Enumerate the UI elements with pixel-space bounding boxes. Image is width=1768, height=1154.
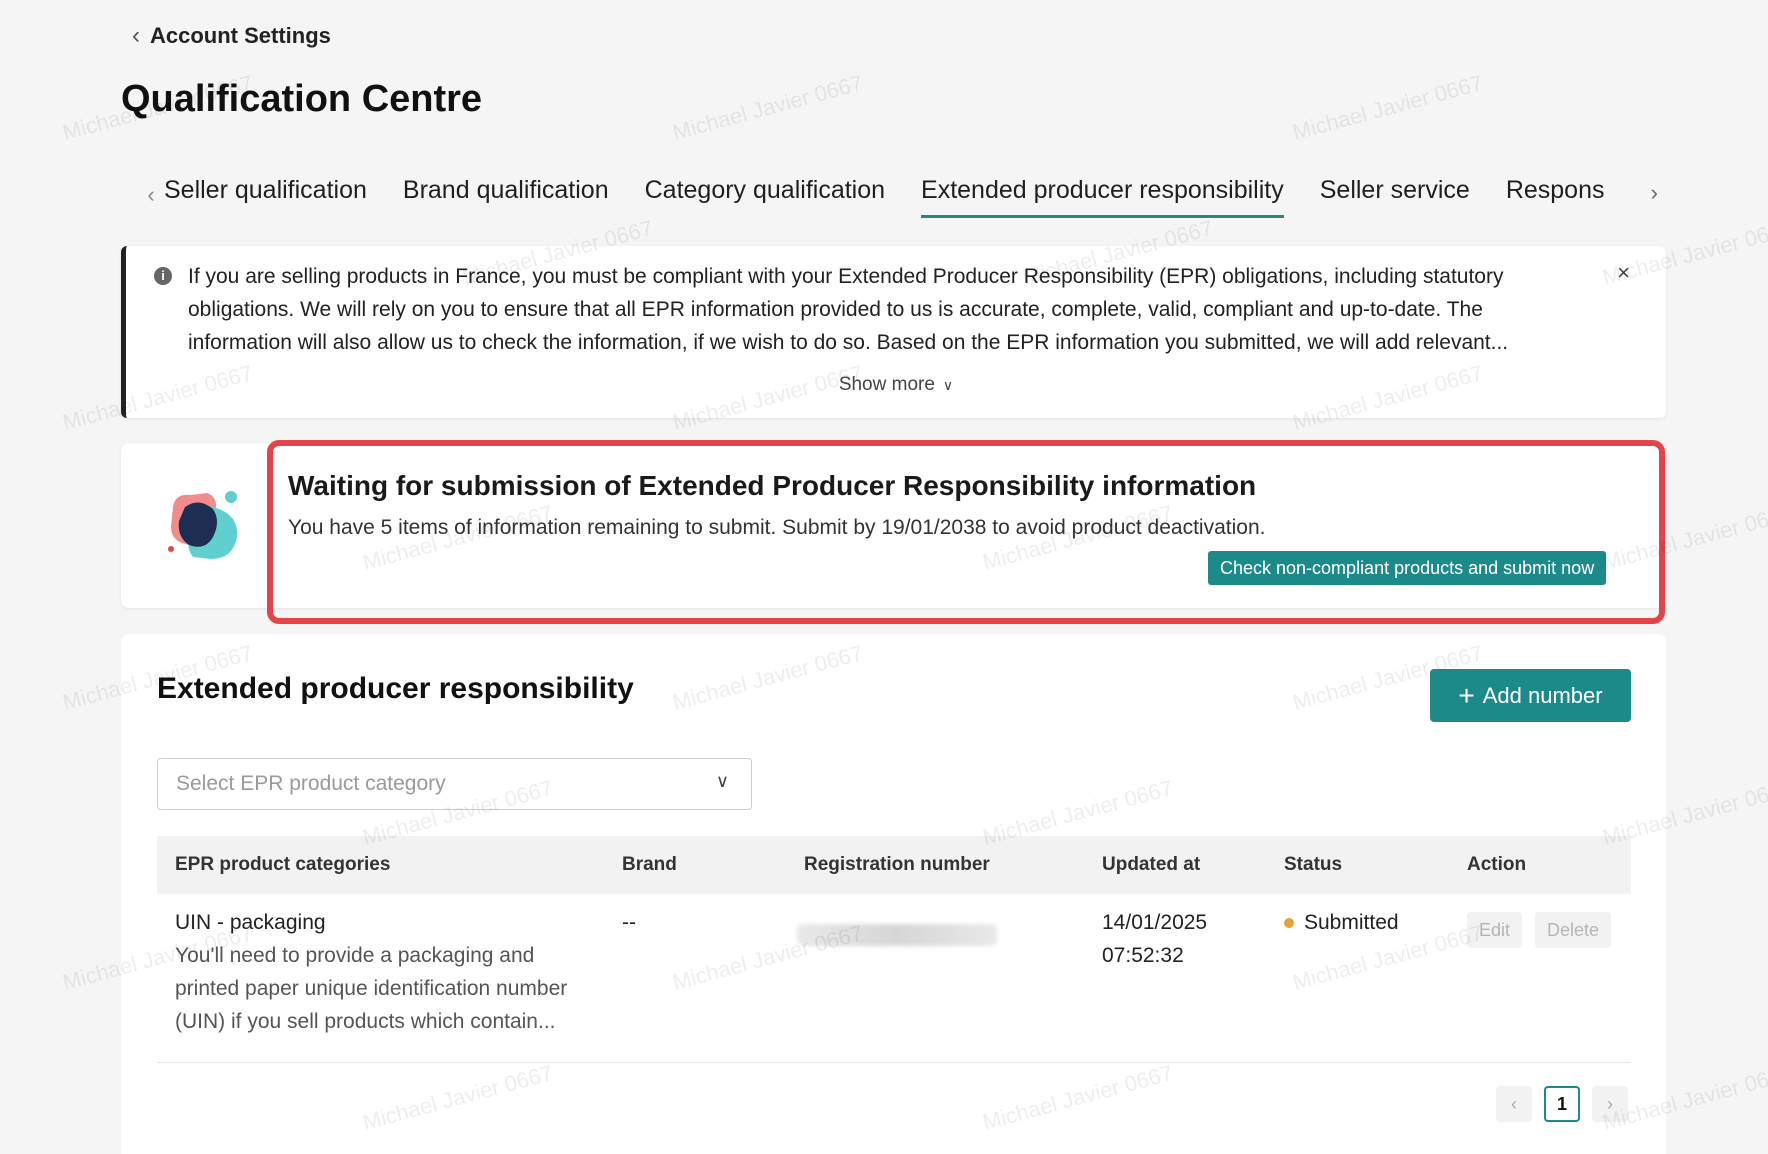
tab-bar: ‹ Seller qualification Brand qualificati… (138, 176, 1658, 224)
category-description: You'll need to provide a packaging and p… (175, 944, 568, 1033)
watermark-text: Michael Javier 0667 (669, 70, 866, 145)
status-cell: Submitted (1284, 906, 1399, 939)
category-cell: UIN - packaging You'll need to provide a… (175, 906, 595, 1038)
section-title: Extended producer responsibility (157, 672, 634, 705)
chevron-down-icon: ∨ (715, 771, 729, 791)
chevron-down-icon: ∨ (942, 377, 954, 393)
table-header: EPR product categories Brand Registratio… (157, 836, 1631, 894)
select-placeholder: Select EPR product category (176, 772, 446, 795)
notice-text: If you are selling products in France, y… (188, 265, 1509, 354)
back-label: Account Settings (150, 23, 331, 48)
tab-responsible-person[interactable]: Respons (1506, 176, 1605, 215)
close-icon[interactable]: × (1617, 260, 1630, 286)
add-number-label: Add number (1482, 682, 1603, 708)
edit-button[interactable]: Edit (1467, 912, 1523, 948)
updated-time: 07:52:32 (1102, 944, 1184, 967)
tab-category-qualification[interactable]: Category qualification (645, 176, 885, 215)
col-brand: Brand (622, 854, 677, 875)
check-non-compliant-button[interactable]: Check non-compliant products and submit … (1208, 551, 1607, 585)
tabs-scroll-right-icon[interactable]: › (1651, 180, 1658, 206)
back-link[interactable]: ‹ Account Settings (132, 22, 331, 50)
table-row: UIN - packaging You'll need to provide a… (157, 894, 1631, 1063)
waiting-subtitle: You have 5 items of information remainin… (288, 516, 1266, 539)
info-icon: i (154, 267, 172, 285)
tabs-scroll-left-icon[interactable]: ‹ (138, 182, 164, 208)
col-status: Status (1284, 854, 1343, 875)
chevron-left-icon: ‹ (132, 22, 140, 49)
next-page-icon[interactable]: › (1592, 1086, 1628, 1122)
page: ‹ Account Settings Qualification Centre … (0, 0, 1768, 1154)
tab-seller-qualification[interactable]: Seller qualification (164, 176, 367, 215)
status-badge: Submitted (1304, 911, 1399, 934)
col-action: Action (1467, 854, 1527, 875)
epr-category-select[interactable]: Select EPR product category ∨ (157, 758, 752, 810)
waiting-title: Waiting for submission of Extended Produ… (288, 470, 1257, 501)
updated-date: 14/01/2025 (1102, 911, 1208, 934)
tab-extended-producer-responsibility[interactable]: Extended producer responsibility (921, 176, 1284, 218)
epr-section: Extended producer responsibility + Add n… (121, 634, 1666, 1154)
pagination: ‹ 1 › (1496, 1086, 1628, 1122)
tab-seller-service[interactable]: Seller service (1320, 176, 1470, 215)
page-title: Qualification Centre (121, 78, 483, 120)
epr-notice-banner: i If you are selling products in France,… (121, 246, 1666, 418)
status-dot-icon (1284, 918, 1294, 929)
delete-button[interactable]: Delete (1535, 912, 1612, 948)
document-illustration-icon (168, 491, 238, 559)
col-epr-categories: EPR product categories (175, 854, 391, 875)
show-more-label: Show more (838, 374, 935, 395)
updated-cell: 14/01/2025 07:52:32 (1102, 906, 1207, 972)
brand-cell: -- (622, 911, 636, 934)
page-number[interactable]: 1 (1544, 1086, 1580, 1122)
col-updated-at: Updated at (1102, 854, 1201, 875)
tab-brand-qualification[interactable]: Brand qualification (403, 176, 609, 215)
registration-number-redacted (797, 924, 997, 946)
show-more-link[interactable]: Show more ∨ (126, 374, 1666, 396)
col-registration-number: Registration number (804, 854, 990, 875)
prev-page-icon[interactable]: ‹ (1496, 1086, 1532, 1122)
add-number-button[interactable]: + Add number (1430, 669, 1631, 722)
submission-waiting-card: Waiting for submission of Extended Produ… (121, 443, 1666, 608)
plus-icon: + (1458, 679, 1475, 711)
category-name: UIN - packaging (175, 911, 326, 934)
watermark-text: Michael Javier 0667 (1289, 70, 1486, 145)
